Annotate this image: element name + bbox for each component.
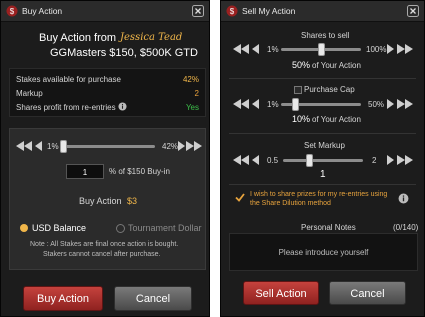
markup-slider-thumb[interactable] [305, 154, 313, 167]
buy-action-button[interactable]: Buy Action [23, 286, 103, 311]
sell-action-dialog: $ Sell My Action Shares to sell 1% 100% … [220, 0, 425, 317]
step-back-icon[interactable] [252, 44, 259, 54]
header-prefix: Buy Action from [39, 32, 117, 44]
tournament-name: GGMasters $150, $500K GTD [50, 47, 198, 59]
purchase-cap-checkbox[interactable] [294, 86, 302, 94]
usd-balance-label[interactable]: USD Balance [32, 223, 86, 233]
info-icon[interactable] [118, 102, 127, 111]
usd-balance-radio[interactable] [20, 224, 28, 232]
note-line-1: Note : All Stakes are final once action … [30, 241, 179, 248]
title-bar: $ Buy Action [1, 1, 209, 22]
step-forward-icon[interactable] [387, 44, 394, 54]
shares-slider-thumb[interactable] [317, 43, 325, 56]
tournament-dollar-label[interactable]: Tournament Dollar [128, 223, 202, 233]
fast-rewind-icon[interactable] [233, 44, 249, 54]
sell-action-button[interactable]: Sell Action [243, 281, 319, 305]
stake-slider-track[interactable] [62, 145, 155, 148]
purchase-box: 1% 42% 1 % of $150 Buy-in Buy Action $3 … [9, 128, 206, 270]
stakes-info-box: Stakes available for purchase 42% Markup… [9, 68, 206, 117]
prize-line-1: I wish to share prizes for my re-entries… [250, 191, 388, 198]
stakes-value: 42% [182, 75, 199, 84]
title-bar: $ Sell My Action [221, 1, 424, 22]
markup-label: Markup [16, 89, 43, 98]
purchase-cap-label: Purchase Cap [304, 85, 355, 94]
fast-forward-icon[interactable] [186, 141, 202, 151]
markup-label: Set Markup [304, 141, 345, 150]
reentry-value: Yes [185, 103, 199, 112]
percent-input[interactable]: 1 [66, 164, 104, 179]
dialog-title: Buy Action [22, 6, 63, 16]
close-icon[interactable] [192, 5, 204, 17]
svg-text:$: $ [10, 7, 15, 16]
fast-rewind-icon[interactable] [233, 155, 249, 165]
reentry-label: Shares profit from re-entries [16, 103, 116, 112]
prize-line-2: the Share Dilution method [250, 200, 331, 207]
divider [229, 78, 416, 79]
cancel-button[interactable]: Cancel [114, 286, 192, 311]
stakes-label: Stakes available for purchase [16, 75, 121, 84]
dialog-title: Sell My Action [242, 6, 296, 16]
fast-rewind-icon[interactable] [16, 141, 32, 151]
stake-slider-thumb[interactable] [60, 140, 68, 153]
markup-min-label: 0.5 [267, 156, 279, 165]
step-back-icon[interactable] [252, 99, 259, 109]
cap-min-label: 1% [267, 100, 279, 109]
shares-label: Shares to sell [301, 31, 350, 40]
step-forward-icon[interactable] [387, 155, 394, 165]
cost-label: Buy Action [79, 196, 122, 206]
app-icon: $ [226, 5, 238, 17]
cost-value: $3 [127, 196, 138, 206]
shares-min-label: 1% [267, 45, 279, 54]
fast-rewind-icon[interactable] [233, 99, 249, 109]
info-icon[interactable] [398, 193, 409, 204]
cap-max-label: 50% [368, 100, 385, 109]
fast-forward-icon[interactable] [397, 44, 413, 54]
notes-count: (0/140) [393, 223, 419, 232]
divider [229, 133, 416, 134]
tournament-dollar-radio[interactable] [116, 224, 125, 233]
notes-input[interactable]: Please introduce yourself [229, 233, 418, 271]
cap-value: 10% [292, 114, 311, 124]
cap-suffix: of Your Action [312, 115, 361, 124]
markup-value: 1 [320, 169, 326, 180]
shares-value: 50% [292, 60, 311, 70]
shares-suffix: of Your Action [312, 61, 361, 70]
shares-max-label: 100% [366, 45, 387, 54]
notes-placeholder: Please introduce yourself [278, 248, 369, 257]
notes-label: Personal Notes [301, 223, 356, 232]
step-forward-icon[interactable] [387, 99, 394, 109]
close-icon[interactable] [407, 5, 419, 17]
step-forward-icon[interactable] [178, 141, 185, 151]
buy-action-dialog: $ Buy Action Buy Action from Jessica Tea… [0, 0, 210, 317]
markup-value: 2 [194, 89, 199, 98]
note-line-2: Stakers cannot cancel after purchase. [43, 251, 161, 258]
slider-min-label: 1% [47, 142, 59, 151]
slider-max-label: 42% [162, 142, 179, 151]
player-name: Jessica Tead [120, 32, 183, 43]
divider [229, 184, 416, 185]
markup-max-label: 2 [372, 156, 377, 165]
fast-forward-icon[interactable] [397, 99, 413, 109]
checkmark-icon[interactable] [235, 193, 245, 202]
app-icon: $ [6, 5, 18, 17]
fast-forward-icon[interactable] [397, 155, 413, 165]
markup-slider-track[interactable] [283, 159, 363, 162]
step-back-icon[interactable] [35, 141, 42, 151]
percent-suffix: % of $150 Buy-in [109, 167, 170, 176]
cap-slider-thumb[interactable] [291, 98, 299, 111]
cancel-button[interactable]: Cancel [329, 281, 406, 305]
svg-text:$: $ [230, 7, 235, 16]
percent-input-value: 1 [82, 168, 88, 177]
step-back-icon[interactable] [252, 155, 259, 165]
